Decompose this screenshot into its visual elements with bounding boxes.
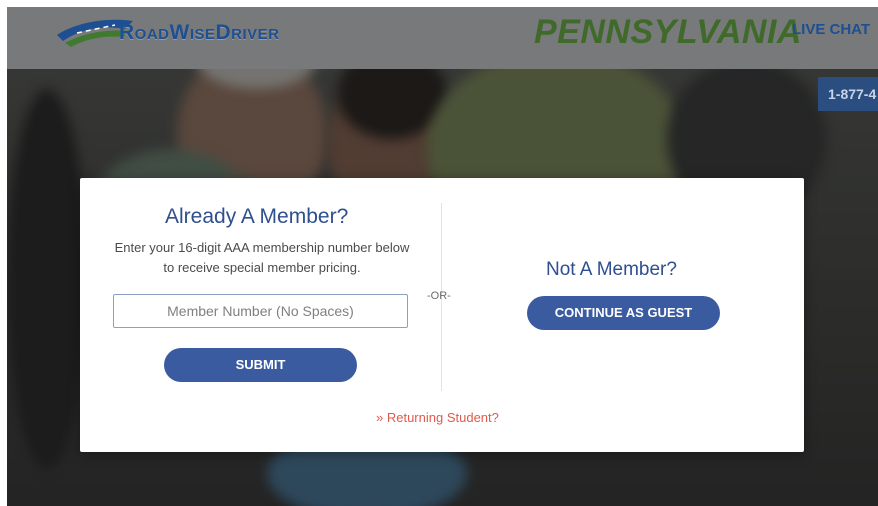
member-modal: Already A Member? Enter your 16-digit AA…: [80, 178, 804, 452]
or-separator: -OR-: [427, 290, 451, 302]
returning-student-link[interactable]: » Returning Student?: [376, 410, 499, 425]
phone-badge[interactable]: 1-877-4: [818, 77, 878, 111]
logo-text: RoadWiseDriver: [119, 21, 280, 44]
member-number-input[interactable]: [113, 294, 408, 328]
state-name: PENNSYLVANIA: [534, 13, 802, 51]
site-header: RoadWiseDriver PENNSYLVANIA LIVE CHAT: [7, 7, 878, 69]
page-frame: RoadWiseDriver PENNSYLVANIA LIVE CHAT 1-…: [7, 7, 878, 506]
continue-as-guest-button[interactable]: CONTINUE AS GUEST: [527, 296, 720, 330]
live-chat-link[interactable]: LIVE CHAT: [792, 21, 870, 38]
site-logo[interactable]: RoadWiseDriver: [55, 13, 315, 51]
member-title: Already A Member?: [165, 205, 349, 228]
member-description: Enter your 16-digit AAA membership numbe…: [114, 240, 410, 275]
submit-button[interactable]: SUBMIT: [164, 348, 357, 382]
nonmember-title: Not A Member?: [546, 259, 677, 280]
